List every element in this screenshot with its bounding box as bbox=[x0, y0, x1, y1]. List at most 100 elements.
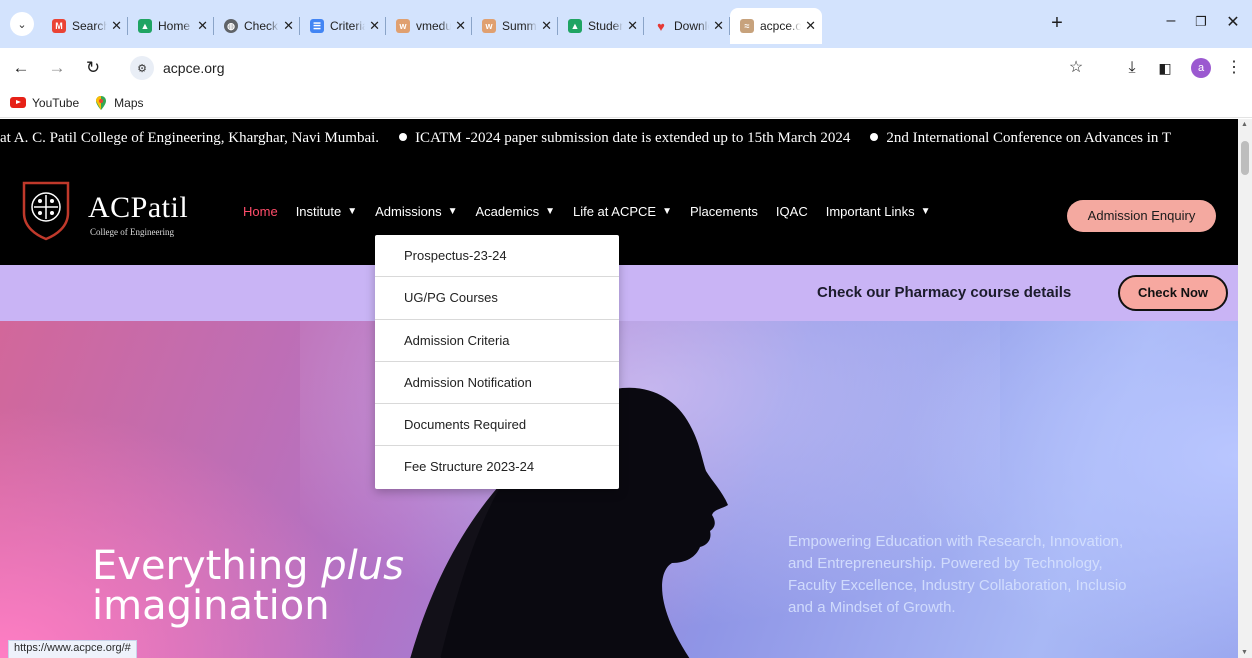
google-forms-icon: ☰ bbox=[310, 19, 324, 33]
bookmarks-bar: YouTube Maps bbox=[0, 88, 1252, 118]
bookmark-label: YouTube bbox=[32, 95, 80, 110]
close-tab-icon[interactable]: ✕ bbox=[369, 18, 380, 34]
scrollbar-thumb[interactable] bbox=[1241, 141, 1249, 175]
side-panel-icon[interactable]: ◧ bbox=[1153, 57, 1177, 79]
browser-tab-strip: ⌄ M Search r ✕ ▲ Home - ✕ ◍ Check fo ✕ ☰… bbox=[0, 0, 1252, 48]
menu-item-admission-notification[interactable]: Admission Notification bbox=[375, 362, 619, 405]
tab-list: M Search r ✕ ▲ Home - ✕ ◍ Check fo ✕ ☰ C… bbox=[42, 8, 822, 44]
admissions-dropdown-menu: Prospectus-23-24 UG/PG Courses Admission… bbox=[375, 235, 619, 489]
browser-tab[interactable]: ◍ Check fo ✕ bbox=[214, 8, 300, 44]
news-ticker: at A. C. Patil College of Engineering, K… bbox=[0, 119, 1238, 157]
profile-avatar[interactable]: a bbox=[1191, 58, 1211, 78]
browser-tab[interactable]: w Summa ✕ bbox=[472, 8, 558, 44]
scroll-down-icon[interactable]: ▼ bbox=[1241, 649, 1248, 656]
close-tab-icon[interactable]: ✕ bbox=[805, 18, 816, 34]
chevron-down-icon: ▼ bbox=[447, 206, 458, 217]
menu-item-ug-pg-courses[interactable]: UG/PG Courses bbox=[375, 277, 619, 320]
menu-item-admission-criteria[interactable]: Admission Criteria bbox=[375, 320, 619, 362]
menu-item-fee-structure[interactable]: Fee Structure 2023-24 bbox=[375, 446, 619, 488]
menu-item-documents-required[interactable]: Documents Required bbox=[375, 404, 619, 447]
url-text[interactable]: acpce.org bbox=[163, 60, 224, 76]
close-window-icon[interactable]: ✕ bbox=[1218, 12, 1248, 32]
nav-important-links[interactable]: Important Links ▼ bbox=[826, 204, 931, 219]
page-scrollbar[interactable]: ▲ ▼ bbox=[1238, 119, 1252, 658]
nav-iqac[interactable]: IQAC bbox=[776, 204, 808, 219]
nav-label: Important Links bbox=[825, 204, 915, 219]
browser-tab[interactable]: ▲ Student ✕ bbox=[558, 8, 644, 44]
ticker-item[interactable]: at A. C. Patil College of Engineering, K… bbox=[0, 130, 379, 146]
logo-subtitle: College of Engineering bbox=[90, 227, 174, 237]
main-nav: Home Institute ▼ Admissions ▼ Academics ▼ L… bbox=[243, 204, 949, 219]
chevron-down-icon: ▼ bbox=[545, 206, 555, 217]
nav-label: Life at ACPCE bbox=[572, 204, 657, 219]
browser-tab[interactable]: ♥ Downlo ✕ bbox=[644, 8, 730, 44]
promo-banner: Check our Pharmacy course details Check … bbox=[0, 265, 1238, 321]
nav-label: Academics bbox=[475, 204, 540, 219]
browser-tab[interactable]: M Search r ✕ bbox=[42, 8, 128, 44]
chevron-down-icon: ▼ bbox=[347, 206, 358, 217]
bookmark-maps[interactable]: Maps bbox=[93, 95, 144, 111]
nav-institute[interactable]: Institute ▼ bbox=[296, 204, 357, 219]
download-icon[interactable]: ⤓ bbox=[1120, 57, 1144, 79]
browser-tab[interactable]: ▲ Home - ✕ bbox=[128, 8, 214, 44]
back-arrow-icon[interactable]: ← bbox=[10, 57, 32, 79]
close-tab-icon[interactable]: ✕ bbox=[111, 18, 122, 34]
bookmark-star-icon[interactable]: ☆ bbox=[1064, 57, 1088, 79]
nav-label: IQAC bbox=[775, 204, 808, 219]
nav-placements[interactable]: Placements bbox=[690, 204, 758, 219]
tab-title: Downlo bbox=[674, 19, 709, 33]
tab-title: acpce.o bbox=[760, 19, 802, 33]
tab-title: Home - bbox=[158, 19, 193, 33]
chevron-down-icon: ▼ bbox=[662, 206, 672, 217]
tab-title: Search r bbox=[72, 19, 108, 33]
site-info-icon[interactable]: ⚙ bbox=[130, 56, 154, 80]
chevron-down-icon: ▼ bbox=[920, 206, 931, 217]
google-drive-icon: ▲ bbox=[568, 19, 582, 33]
logo-wordmark[interactable]: ACPatil bbox=[88, 191, 188, 225]
vmedulife-icon: w bbox=[396, 19, 410, 33]
minimize-icon[interactable]: – bbox=[1156, 12, 1186, 30]
close-tab-icon[interactable]: ✕ bbox=[627, 18, 638, 34]
ticker-item[interactable]: ICATM -2024 paper submission date is ext… bbox=[415, 130, 850, 146]
close-tab-icon[interactable]: ✕ bbox=[283, 18, 294, 34]
browser-tab-active[interactable]: ≈ acpce.o ✕ bbox=[730, 8, 822, 44]
hero-description: Empowering Education with Research, Inno… bbox=[788, 533, 1127, 616]
bullet-icon bbox=[870, 133, 879, 141]
bullet-icon bbox=[399, 133, 408, 141]
ticker-item[interactable]: 2nd International Conference on Advances… bbox=[886, 130, 1171, 146]
scroll-up-icon[interactable]: ▲ bbox=[1241, 121, 1248, 128]
forward-arrow-icon[interactable]: → bbox=[46, 57, 68, 79]
check-now-button[interactable]: Check Now bbox=[1118, 275, 1228, 311]
nav-academics[interactable]: Academics ▼ bbox=[476, 204, 555, 219]
close-tab-icon[interactable]: ✕ bbox=[197, 18, 208, 34]
reload-icon[interactable]: ↻ bbox=[82, 57, 104, 79]
nav-admissions[interactable]: Admissions ▼ bbox=[375, 204, 457, 219]
bookmark-label: Maps bbox=[114, 95, 144, 110]
maps-icon bbox=[96, 95, 107, 110]
close-tab-icon[interactable]: ✕ bbox=[541, 18, 552, 34]
site-header: ACPatil College of Engineering Home Inst… bbox=[0, 157, 1238, 265]
close-tab-icon[interactable]: ✕ bbox=[713, 18, 724, 34]
tab-title: Criteria bbox=[330, 19, 366, 33]
bookmark-youtube[interactable]: YouTube bbox=[10, 96, 79, 110]
admission-enquiry-button[interactable]: Admission Enquiry bbox=[1067, 200, 1216, 232]
tab-search-icon[interactable]: ⌄ bbox=[10, 12, 34, 36]
close-tab-icon[interactable]: ✕ bbox=[455, 18, 466, 34]
browser-tab[interactable]: w vmedul ✕ bbox=[386, 8, 472, 44]
gmail-icon: M bbox=[52, 19, 66, 33]
more-menu-icon[interactable]: ⋮ bbox=[1222, 57, 1246, 79]
restore-icon[interactable]: ❐ bbox=[1186, 14, 1216, 30]
nav-life-at-acpce[interactable]: Life at ACPCE ▼ bbox=[573, 204, 672, 219]
new-tab-button[interactable]: + bbox=[1043, 10, 1071, 38]
page-viewport: at A. C. Patil College of Engineering, K… bbox=[0, 119, 1238, 658]
address-bar[interactable]: ⚙ acpce.org bbox=[122, 53, 1092, 83]
menu-item-prospectus[interactable]: Prospectus-23-24 bbox=[375, 235, 619, 278]
google-drive-icon: ▲ bbox=[138, 19, 152, 33]
hero-title-italic: plus bbox=[321, 543, 404, 589]
browser-tab[interactable]: ☰ Criteria ✕ bbox=[300, 8, 386, 44]
tab-title: Student bbox=[588, 19, 624, 33]
globe-icon: ◍ bbox=[224, 19, 238, 33]
hero-section: Everything plus imagination Empowering E… bbox=[0, 321, 1238, 658]
nav-home[interactable]: Home bbox=[243, 204, 278, 219]
college-crest-icon[interactable] bbox=[20, 179, 72, 241]
